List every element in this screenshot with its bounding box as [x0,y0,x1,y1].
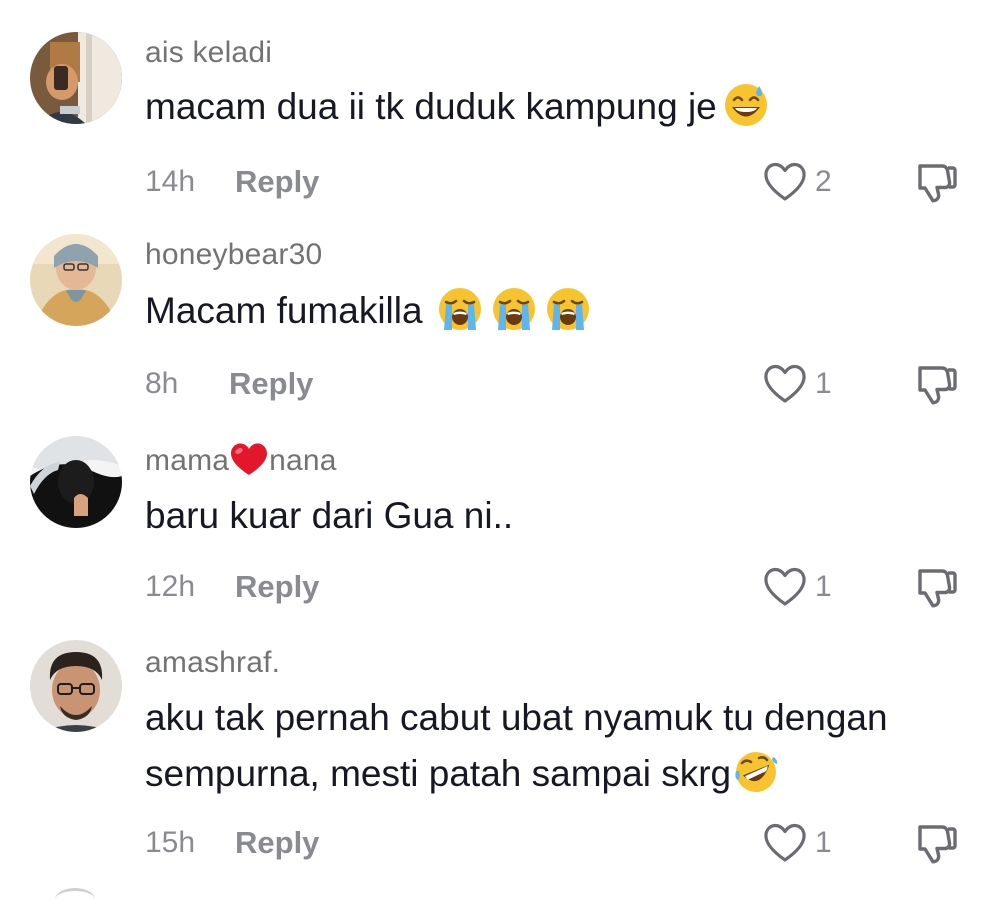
username[interactable]: ais keladi [145,36,272,70]
username[interactable]: mama nana [145,442,337,478]
like-count: 1 [815,367,832,400]
like-count: 1 [815,570,832,603]
heart-icon[interactable] [762,566,808,608]
rolling-laughing-emoji [733,749,779,795]
reply-button[interactable]: Reply [229,366,313,402]
comment-text: Macam fumakilla [145,283,985,339]
reply-button[interactable]: Reply [235,569,319,605]
red-heart-emoji [229,442,269,476]
heart-icon[interactable] [762,822,808,864]
comment-text-line: aku tak pernah cabut ubat nyamuk tu deng… [145,697,888,738]
loudly-crying-emoji [545,286,591,332]
username-part: mama [145,444,230,477]
comment-text-content: macam dua ii tk duduk kampung je [145,86,717,127]
reply-button[interactable]: Reply [235,825,319,861]
username[interactable]: honeybear30 [145,238,322,272]
comment-text: aku tak pernah cabut ubat nyamuk tu deng… [145,690,985,802]
loudly-crying-emoji [437,286,483,332]
dislike-icon[interactable] [912,563,960,611]
comment-text-content: Macam fumakilla [145,290,423,331]
dislike-icon[interactable] [912,819,960,867]
timestamp: 14h [145,165,196,198]
avatar[interactable] [30,436,122,528]
reply-button[interactable]: Reply [235,164,319,200]
timestamp: 12h [145,570,196,603]
comment-text: macam dua ii tk duduk kampung je [145,79,985,135]
avatar[interactable] [30,640,122,732]
heart-icon[interactable] [762,363,808,405]
like-count: 2 [815,165,832,198]
timestamp: 15h [145,826,196,859]
heart-icon[interactable] [762,161,808,203]
timestamp: 8h [145,367,179,400]
username[interactable]: amashraf. [145,646,280,680]
dislike-icon[interactable] [912,360,960,408]
loudly-crying-emoji [491,286,537,332]
next-avatar-edge [55,888,95,911]
comment-text: baru kuar dari Gua ni.. [145,495,514,536]
comment-text-content: sempurna, mesti patah sampai skrg [145,753,732,794]
username-part: nana [269,444,337,477]
like-count: 1 [815,826,832,859]
comment-text-line: sempurna, mesti patah sampai skrg [145,746,985,802]
avatar[interactable] [30,32,122,124]
grinning-sweat-emoji [723,82,769,128]
dislike-icon[interactable] [912,158,960,206]
avatar[interactable] [30,234,122,326]
